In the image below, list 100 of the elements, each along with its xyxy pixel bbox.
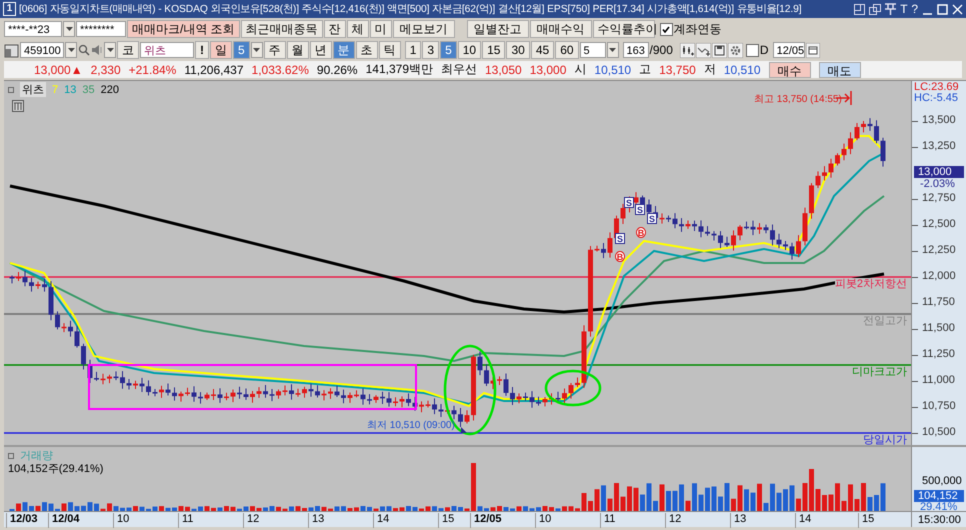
period-tab[interactable]: 5 (233, 41, 250, 59)
bid-price: 13,000 (530, 62, 566, 76)
toolbar-button[interactable]: 수익률추이 (592, 20, 655, 38)
hc-value: HC:-5.45 (914, 92, 958, 104)
interval-tab[interactable]: 10 (458, 41, 482, 59)
trade-volume: 11,206,437 (184, 62, 244, 76)
settings-icon[interactable] (728, 42, 743, 58)
period-tab[interactable]: 일 (210, 41, 232, 59)
dropdown-button[interactable] (65, 42, 77, 58)
period-tab[interactable]: 월 (286, 41, 309, 59)
period-tab[interactable]: 주 (264, 41, 286, 59)
axis-tick-label: 11,000 (922, 374, 955, 386)
period-tab[interactable]: 년 (310, 41, 332, 59)
restore-icon[interactable] (854, 4, 866, 14)
interval-tab[interactable]: 15 (482, 41, 506, 59)
candle-add-icon[interactable] (680, 42, 695, 58)
axis-tick-label: 13,500 (922, 114, 956, 126)
axis-tick-label: 12,750 (922, 192, 956, 204)
period-value: 13 (64, 84, 76, 96)
period-tab[interactable]: 초 (356, 41, 378, 59)
toolbar-glyph-button[interactable]: T (900, 2, 908, 16)
low-price: 10,510 (724, 62, 761, 76)
current-volume-badge: 104,152 (914, 490, 964, 502)
toolbar-button[interactable]: 미 (370, 20, 392, 38)
level-label: 피봇2차저항선 (834, 278, 907, 290)
current-price: 13,000 (34, 62, 71, 76)
market-button[interactable]: 코 (117, 41, 139, 59)
level-label: 전일고가 (863, 315, 907, 327)
alert-button[interactable]: ! (195, 41, 209, 59)
toolbar-glyph-button[interactable]: ? (911, 2, 918, 16)
collapse-icon[interactable] (8, 86, 14, 92)
table-icon[interactable] (12, 100, 24, 112)
low-arrow-icon (461, 427, 467, 433)
dropdown-button[interactable] (606, 42, 619, 58)
sell-marker: S (635, 204, 645, 215)
line-add-icon[interactable] (696, 42, 711, 58)
check-icon (662, 26, 670, 32)
count-field[interactable]: 163 (622, 42, 649, 58)
interval-tab[interactable]: 30 (506, 41, 530, 59)
interval-tab[interactable]: 60 (555, 41, 579, 59)
toolbar-button[interactable]: 최근매매종목 (240, 20, 323, 38)
toolbar-button[interactable]: 매매마크/내역 조회 (127, 20, 240, 38)
account-field[interactable]: ****-**23 (4, 21, 62, 37)
axis-tick-label: 10,750 (922, 400, 956, 412)
pin-icon[interactable] (885, 3, 896, 15)
toolbar-button[interactable]: 매매수익 (530, 20, 592, 38)
period-value: 7 (52, 84, 58, 96)
window-badge: 1 (3, 2, 16, 16)
sell-marker: S (624, 197, 634, 208)
period-value: 35 (82, 84, 95, 96)
caret-icon (609, 48, 616, 52)
toolbar-button[interactable]: 잔 (324, 20, 346, 38)
indicator-name: 위츠 (20, 82, 46, 97)
sell-marker: S (615, 233, 625, 244)
save-icon[interactable] (712, 42, 727, 58)
axis-tick-label: 11,250 (922, 348, 955, 360)
calendar-icon[interactable] (806, 42, 820, 58)
dropdown-button[interactable] (63, 21, 75, 37)
checkbox-label: 계좌연동 (674, 20, 722, 38)
maximize-icon[interactable] (937, 4, 948, 14)
time-label: 14 (373, 513, 390, 528)
checkbox[interactable] (660, 22, 673, 36)
current-price-badge: 13,000 (914, 166, 964, 178)
panel-icon[interactable] (4, 42, 19, 58)
level-label: 디마크고가 (852, 366, 907, 378)
period-tab[interactable]: 분 (332, 41, 355, 59)
collapse-icon[interactable] (8, 452, 14, 458)
period-tab[interactable]: 틱 (378, 41, 401, 59)
unit-field[interactable]: 5 (580, 42, 606, 58)
window-title: [0606] 자동일지차트(매매내역) - KOSDAQ 외국인보유[528(천)] 주식수[12,416(천)] 액면[500] 자본금[62(억)] 결산[12월] EPS[750] PER[17.34] 시가총액[1,614(억)] 유통비율[12.9] (19, 3, 803, 16)
dropdown-button[interactable] (104, 42, 116, 58)
interval-tab[interactable]: 45 (530, 41, 554, 59)
checkbox-label: D (760, 43, 769, 57)
close-icon[interactable] (952, 4, 963, 14)
volume-reading: 104,152주(29.41%) (8, 462, 104, 476)
time-label: 12/03 (6, 513, 38, 528)
windows-icon[interactable] (869, 4, 882, 14)
toolbar-button[interactable]: 일별잔고 (466, 20, 529, 38)
toolbar-button[interactable]: 체 (346, 20, 369, 38)
search-icon[interactable] (78, 44, 90, 56)
axis-tick-label: 12,500 (922, 218, 956, 230)
stock-name-field[interactable]: 위츠 (140, 42, 194, 58)
interval-tab[interactable]: 3 (422, 41, 440, 59)
toolbar-button[interactable]: 메모보기 (392, 20, 455, 38)
code-field[interactable]: 459100 (20, 42, 64, 58)
buy-button[interactable]: 매수 (768, 62, 811, 78)
time-label: 11 (178, 513, 194, 528)
sell-button[interactable]: 매도 (818, 62, 861, 78)
date-field[interactable]: 12/05 (772, 42, 805, 58)
end-time: 15:30:00 (912, 511, 966, 527)
time-label: 13 (308, 513, 324, 528)
period-value: 220 (100, 84, 119, 96)
dropdown-button[interactable] (250, 42, 263, 58)
checkbox[interactable] (746, 44, 759, 56)
password-field[interactable]: ******** (76, 21, 126, 37)
lc-value: LC:23.69 (914, 81, 959, 93)
interval-tab[interactable]: 1 (404, 41, 422, 59)
caret-icon (66, 27, 72, 31)
time-label: 12 (665, 513, 682, 528)
interval-tab[interactable]: 5 (440, 41, 457, 59)
